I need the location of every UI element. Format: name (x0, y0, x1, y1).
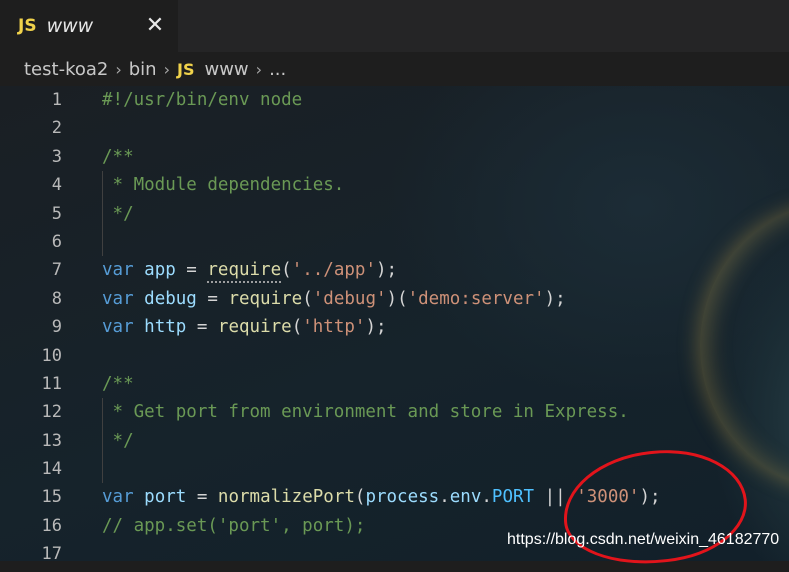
breadcrumb-item-symbols[interactable]: ... (269, 59, 286, 80)
line-number: 7 (51, 260, 62, 281)
string-literal: '../app' (291, 260, 376, 281)
code-line-4: * Module dependencies. (102, 175, 345, 196)
code-line-15: var port = normalizePort(process.env.POR… (102, 483, 661, 511)
punctuation: ( (291, 317, 303, 338)
identifier: port (144, 487, 187, 508)
code-line-9: var http = require('http'); (102, 313, 661, 341)
chevron-right-icon: › (115, 59, 122, 79)
line-number: 9 (51, 317, 62, 338)
code-line-13: */ (102, 430, 134, 451)
line-number: 11 (41, 373, 62, 394)
operator: = (186, 487, 218, 508)
watermark: https://blog.csdn.net/weixin_46182770 (507, 531, 780, 548)
line-number: 5 (51, 203, 62, 224)
identifier: env (449, 487, 482, 508)
constant: PORT (491, 487, 535, 508)
line-number: 2 (51, 118, 62, 139)
code-lines: #!/usr/bin/env node /** * Module depende… (102, 86, 661, 569)
line-number: 1 (51, 90, 62, 110)
line-number: 17 (41, 544, 62, 565)
keyword: var (102, 317, 134, 338)
function-call: require (217, 317, 292, 338)
operator: = (175, 260, 208, 281)
tab-label: www (46, 15, 94, 37)
identifier: process (365, 487, 440, 508)
punctuation: ); (365, 317, 387, 338)
chevron-right-icon: › (255, 59, 263, 79)
keyword: var (102, 487, 134, 508)
line-number: 14 (41, 459, 62, 480)
breadcrumb-item-folder[interactable]: bin (129, 59, 157, 80)
punctuation: ( (354, 487, 366, 508)
code-line-11: /** (102, 373, 134, 394)
line-number: 10 (41, 345, 62, 366)
string-literal: 'debug' (312, 288, 387, 309)
breadcrumb: test-koa2 › bin › JS www › ... (0, 52, 789, 86)
tab-bar: JS www ✕ (0, 0, 789, 52)
operator: || (534, 487, 577, 508)
editor-tab-www[interactable]: JS www ✕ (0, 0, 178, 52)
code-line-8: var debug = require('debug')('demo:serve… (102, 285, 661, 313)
line-number: 3 (51, 146, 62, 167)
keyword: var (102, 288, 134, 309)
punctuation: . (481, 487, 492, 508)
operator: = (196, 288, 229, 309)
keyword: var (102, 260, 134, 281)
string-literal: 'http' (302, 317, 366, 338)
line-number: 4 (51, 175, 62, 196)
identifier: app (144, 260, 176, 281)
line-number: 12 (41, 402, 62, 423)
javascript-icon: JS (18, 16, 37, 36)
punctuation: )( (386, 288, 408, 309)
line-number-gutter: 1 2 3 4 5 6 7 8 9 10 11 12 13 14 15 16 1… (0, 86, 70, 569)
line-number: 13 (41, 430, 62, 451)
string-literal: '3000' (576, 487, 640, 508)
identifier: debug (144, 288, 197, 309)
operator: = (186, 317, 218, 338)
javascript-icon: JS (177, 59, 195, 79)
punctuation: ); (544, 288, 566, 309)
function-call[interactable]: require (207, 260, 281, 280)
punctuation: ( (302, 288, 313, 309)
breadcrumb-item-project[interactable]: test-koa2 (24, 59, 108, 80)
punctuation: ( (281, 260, 292, 281)
string-literal: 'demo:server' (407, 288, 545, 309)
line-number: 8 (51, 288, 62, 309)
identifier: http (144, 317, 187, 338)
function-call: normalizePort (217, 487, 355, 508)
background-planet (700, 206, 789, 486)
punctuation: ); (639, 487, 661, 508)
breadcrumb-item-file[interactable]: www (204, 59, 248, 80)
close-icon[interactable]: ✕ (143, 12, 167, 38)
line-number: 16 (41, 515, 62, 536)
code-line-5: */ (102, 203, 134, 224)
code-line-12: * Get port from environment and store in… (102, 402, 629, 423)
function-call: require (228, 288, 303, 309)
line-number: 6 (51, 231, 62, 252)
code-line-1: #!/usr/bin/env node (102, 90, 303, 110)
punctuation: ); (375, 260, 398, 281)
code-line-3: /** (102, 146, 134, 167)
punctuation: . (439, 487, 450, 508)
line-number: 15 (41, 487, 62, 508)
code-editor[interactable]: 1 2 3 4 5 6 7 8 9 10 11 12 13 14 15 16 1… (0, 86, 789, 564)
code-line-7: var app = require('../app'); (102, 256, 661, 284)
chevron-right-icon: › (163, 59, 170, 79)
